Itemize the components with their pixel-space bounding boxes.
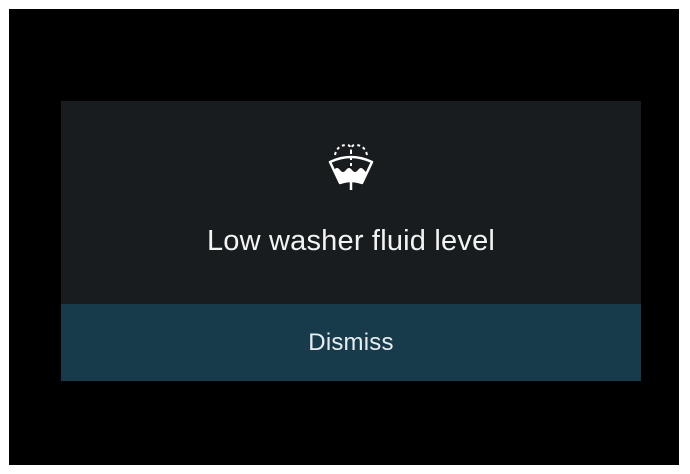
notification-body: Low washer fluid level [61, 101, 641, 304]
washer-fluid-icon [327, 135, 375, 195]
notification-message: Low washer fluid level [206, 225, 496, 257]
notification-dialog: Low washer fluid level Dismiss [61, 101, 641, 381]
dismiss-button-label: Dismiss [308, 328, 394, 356]
dismiss-button[interactable]: Dismiss [61, 304, 641, 381]
display-screen: Low washer fluid level Dismiss [9, 9, 679, 465]
